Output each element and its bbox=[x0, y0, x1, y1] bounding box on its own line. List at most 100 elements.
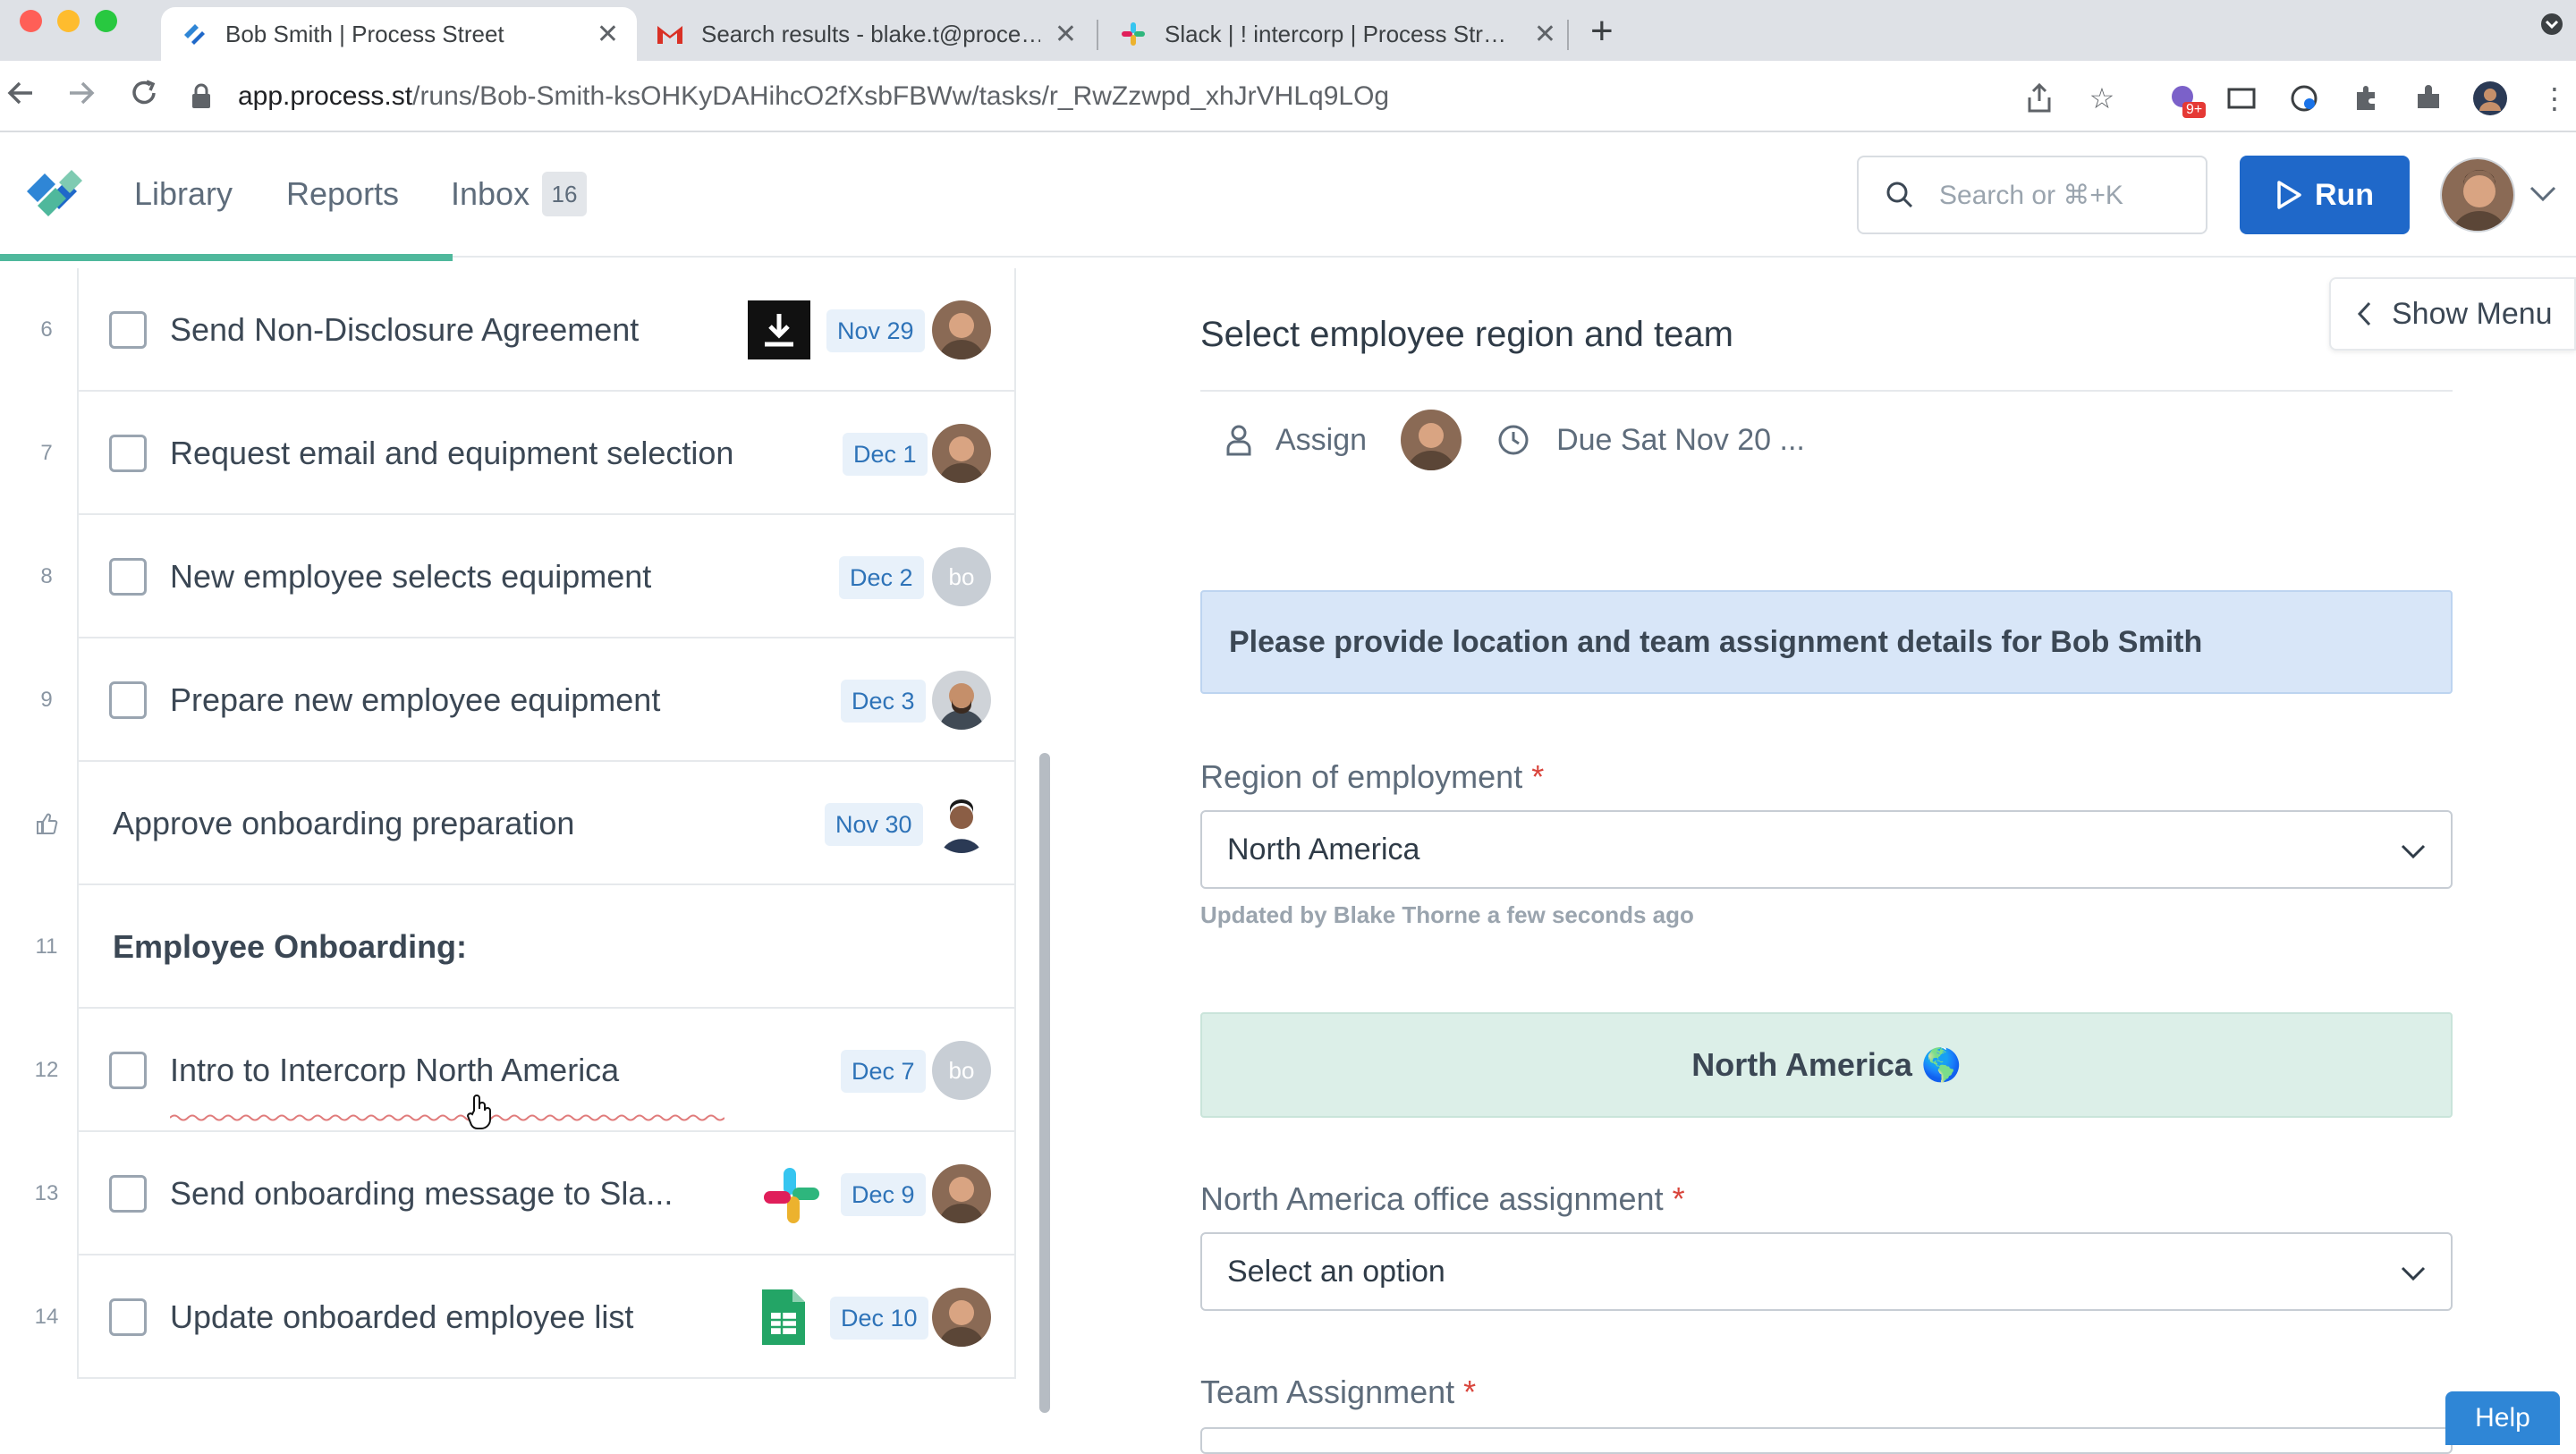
assign-button[interactable]: Assign bbox=[1225, 423, 1367, 458]
nav-inbox[interactable]: Inbox bbox=[451, 175, 530, 213]
due-date-button[interactable]: Due Sat Nov 20 ... bbox=[1497, 423, 1805, 458]
assignee-avatar bbox=[932, 300, 991, 359]
task-checkbox[interactable] bbox=[109, 311, 147, 349]
assignee-avatar: bo bbox=[932, 547, 991, 606]
updated-by-text: Updated by Blake Thorne a few seconds ag… bbox=[1200, 901, 1694, 928]
required-asterisk: * bbox=[1463, 1374, 1477, 1410]
new-tab-button[interactable]: + bbox=[1590, 9, 1614, 54]
task-name: New employee selects equipment bbox=[170, 558, 652, 595]
task-row[interactable]: 13 Send onboarding message to Sla... Dec… bbox=[0, 1132, 1016, 1255]
task-row[interactable]: 9 Prepare new employee equipment Dec 3 bbox=[0, 638, 1016, 762]
url-field[interactable]: app.process.st/runs/Bob-Smith-ksOHKyDAHi… bbox=[190, 68, 2122, 125]
share-icon[interactable] bbox=[2021, 80, 2057, 116]
browser-tab-slack[interactable]: Slack | ! intercorp | Process Str… ✕ bbox=[1100, 7, 1574, 61]
search-field[interactable]: Search or ⌘+K bbox=[1857, 156, 2207, 234]
task-checkbox[interactable] bbox=[109, 1052, 147, 1089]
nav-library[interactable]: Library bbox=[134, 175, 233, 213]
region-select-value: North America bbox=[1227, 832, 1420, 866]
browser-address-bar: app.process.st/runs/Bob-Smith-ksOHKyDAHi… bbox=[0, 61, 2576, 132]
close-tab-icon[interactable]: ✕ bbox=[597, 19, 619, 50]
team-label-text: Team Assignment bbox=[1200, 1374, 1455, 1410]
region-select[interactable]: North America bbox=[1200, 810, 2453, 889]
clock-icon bbox=[1497, 424, 1530, 456]
task-row[interactable]: 7 Request email and equipment selection … bbox=[0, 392, 1016, 515]
region-banner: North America 🌎 bbox=[1200, 1012, 2453, 1118]
screenshot-icon[interactable] bbox=[2224, 80, 2259, 116]
close-tab-icon[interactable]: ✕ bbox=[1055, 19, 1077, 50]
show-menu-button[interactable]: Show Menu bbox=[2329, 277, 2576, 351]
play-icon bbox=[2275, 180, 2302, 210]
task-checkbox[interactable] bbox=[109, 681, 147, 719]
task-row[interactable]: 14 Update onboarded employee list Dec 10 bbox=[0, 1255, 1016, 1379]
team-select[interactable] bbox=[1200, 1427, 2453, 1454]
zoom-window-button[interactable] bbox=[95, 10, 117, 32]
due-label: Due Sat Nov 20 ... bbox=[1556, 422, 1805, 457]
task-meta-row: Assign Due Sat Nov 20 ... bbox=[1225, 410, 1805, 470]
assignee-avatar bbox=[932, 424, 991, 483]
tab-title: Search results - blake.t@proce… bbox=[701, 20, 1040, 47]
url-host: app.process.st bbox=[238, 81, 413, 111]
task-name: Request email and equipment selection bbox=[170, 435, 734, 471]
person-icon bbox=[1225, 424, 1252, 456]
due-date-badge: Dec 3 bbox=[841, 680, 926, 723]
help-button[interactable]: Help bbox=[2445, 1391, 2560, 1445]
tab-title: Slack | ! intercorp | Process Str… bbox=[1165, 20, 1506, 47]
tab-search-chevron-icon[interactable] bbox=[2540, 13, 2563, 42]
browser-tab-process-street[interactable]: Bob Smith | Process Street ✕ bbox=[161, 7, 637, 61]
extension-badge-count: 9+ bbox=[2182, 102, 2207, 118]
region-label-text: Region of employment bbox=[1200, 758, 1523, 795]
task-list: 6 Send Non-Disclosure Agreement Nov 29 7… bbox=[0, 261, 1055, 1441]
run-button[interactable]: Run bbox=[2240, 156, 2410, 234]
browser-menu-icon[interactable]: ⋮ bbox=[2537, 80, 2572, 116]
due-date-badge: Nov 29 bbox=[826, 309, 925, 352]
office-label-text: North America office assignment bbox=[1200, 1180, 1664, 1217]
nav-reports[interactable]: Reports bbox=[286, 175, 399, 213]
download-icon[interactable] bbox=[748, 300, 810, 359]
chevron-left-icon bbox=[2356, 300, 2372, 327]
puzzle-extension-icon[interactable] bbox=[2349, 80, 2385, 116]
task-checkbox[interactable] bbox=[109, 1175, 147, 1213]
task-row[interactable]: 6 Send Non-Disclosure Agreement Nov 29 bbox=[0, 268, 1016, 392]
minimize-window-button[interactable] bbox=[57, 10, 80, 32]
password-manager-icon[interactable] bbox=[2286, 80, 2322, 116]
gmail-icon bbox=[655, 19, 685, 49]
task-checkbox[interactable] bbox=[109, 1298, 147, 1336]
inbox-count-badge: 16 bbox=[542, 172, 587, 216]
office-select[interactable]: Select an option bbox=[1200, 1232, 2453, 1311]
forward-arrow-icon[interactable] bbox=[66, 77, 97, 117]
due-date-badge: Dec 10 bbox=[830, 1297, 928, 1340]
assignee-avatar[interactable] bbox=[1401, 410, 1462, 470]
due-date-badge: Dec 7 bbox=[841, 1050, 926, 1093]
checklist-progress-bar bbox=[0, 254, 453, 261]
back-arrow-icon[interactable] bbox=[5, 77, 36, 117]
task-list-scrollbar[interactable] bbox=[1039, 753, 1050, 1413]
assignee-avatar: bo bbox=[932, 1041, 991, 1100]
reload-icon[interactable] bbox=[129, 77, 159, 117]
required-asterisk: * bbox=[1672, 1180, 1685, 1217]
run-label: Run bbox=[2314, 177, 2375, 212]
task-checkbox[interactable] bbox=[109, 558, 147, 596]
task-name: Send onboarding message to Sla... bbox=[170, 1175, 674, 1212]
bookmark-star-icon[interactable]: ☆ bbox=[2084, 80, 2120, 116]
chevron-down-icon bbox=[2401, 844, 2426, 859]
app-header: Library Reports Inbox 16 Search or ⌘+K R… bbox=[0, 132, 2576, 258]
due-date-badge: Dec 9 bbox=[841, 1173, 926, 1216]
hand-cursor-icon bbox=[465, 1093, 496, 1142]
task-heading-row[interactable]: 11 Employee Onboarding: bbox=[0, 885, 1016, 1009]
profile-avatar-icon[interactable] bbox=[2472, 80, 2508, 116]
task-checkbox[interactable] bbox=[109, 435, 147, 472]
region-label: Region of employment * bbox=[1200, 758, 1544, 796]
close-window-button[interactable] bbox=[20, 10, 42, 32]
chevron-down-icon bbox=[2401, 1266, 2426, 1281]
process-street-logo-icon[interactable] bbox=[23, 165, 88, 224]
chevron-down-icon[interactable] bbox=[2528, 184, 2558, 208]
close-tab-icon[interactable]: ✕ bbox=[1534, 19, 1556, 50]
task-row[interactable]: 8 New employee selects equipment Dec 2 b… bbox=[0, 515, 1016, 638]
extension-badge-icon[interactable]: 9+ bbox=[2166, 80, 2207, 118]
task-title[interactable]: Select employee region and team bbox=[1200, 315, 1733, 355]
extensions-icon[interactable] bbox=[2411, 80, 2447, 116]
task-row[interactable]: Approve onboarding preparation Nov 30 bbox=[0, 762, 1016, 885]
user-avatar[interactable] bbox=[2440, 157, 2515, 232]
task-name: Send Non-Disclosure Agreement bbox=[170, 311, 640, 348]
browser-tab-gmail[interactable]: Search results - blake.t@proce… ✕ bbox=[637, 7, 1095, 61]
